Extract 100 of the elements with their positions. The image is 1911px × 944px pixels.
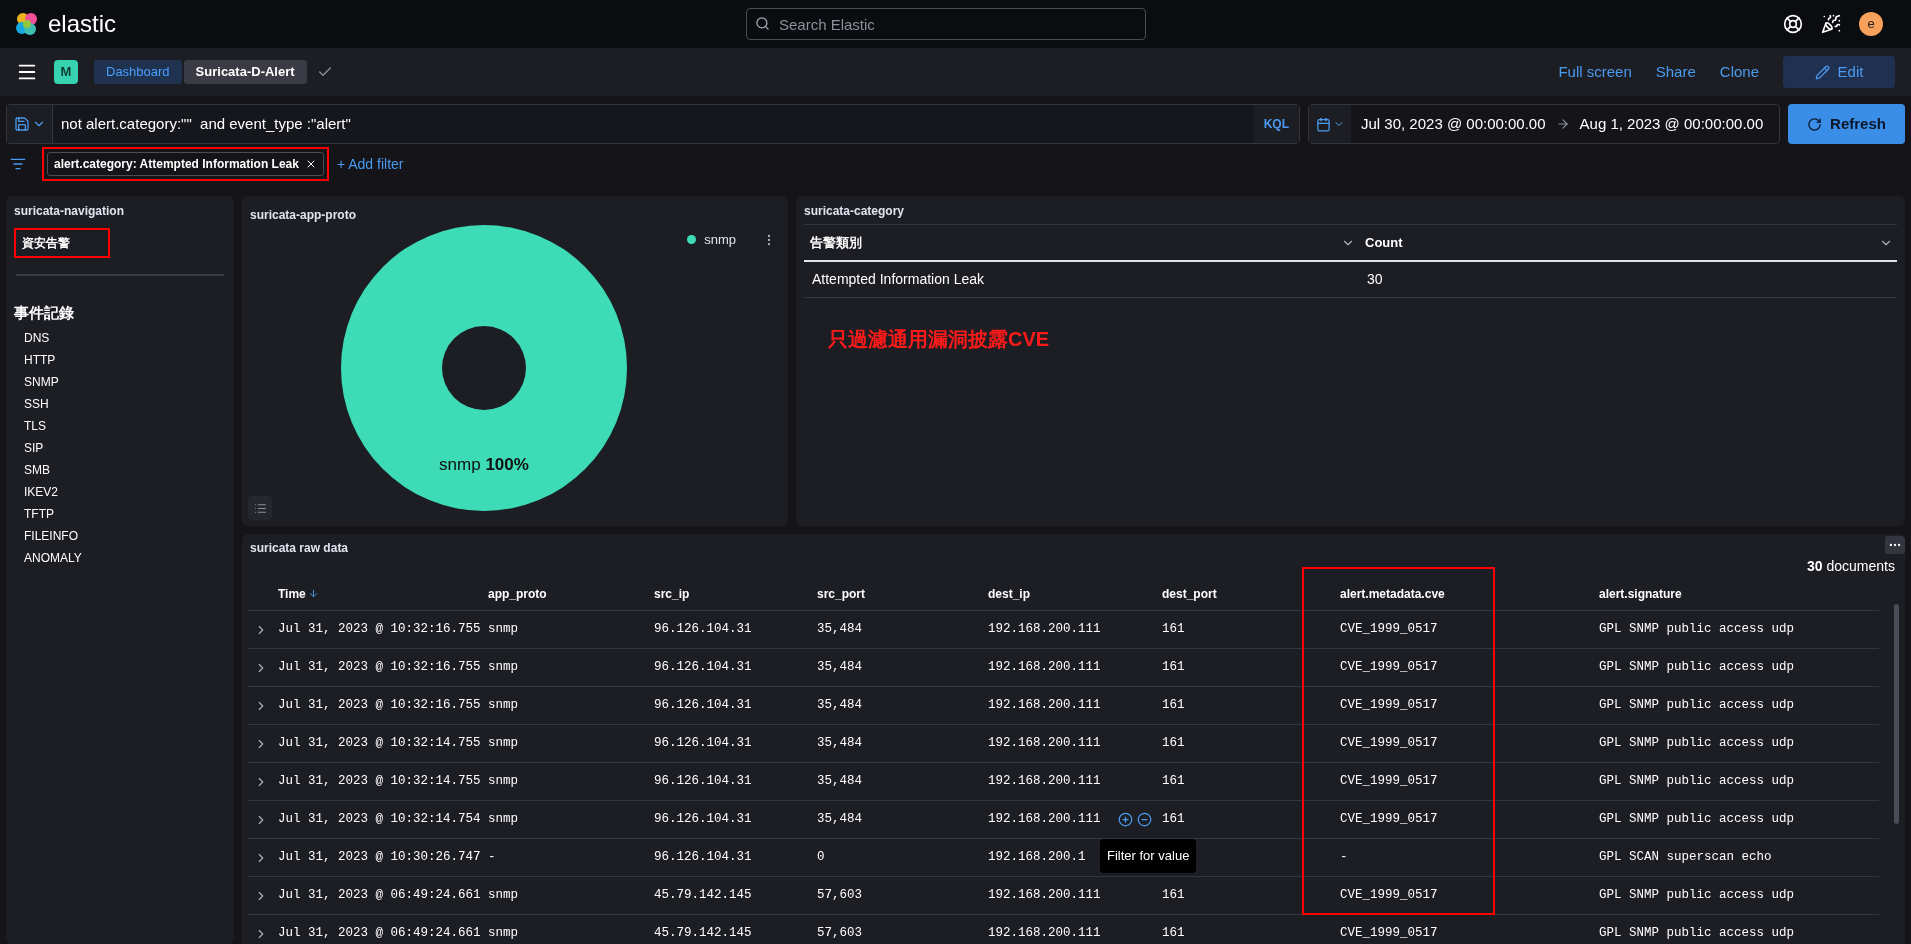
table-cell-text: 192.168.200.111 bbox=[988, 659, 1101, 677]
table-cell-text: 192.168.200.111 bbox=[988, 735, 1101, 753]
table-cell-text: GPL SNMP public access udp bbox=[1599, 735, 1795, 753]
table-cell-text: 35,484 bbox=[817, 811, 862, 829]
table-cell-text: CVE_1999_0517 bbox=[1340, 773, 1438, 791]
start-date[interactable]: Jul 30, 2023 @ 00:00:00.00 bbox=[1361, 112, 1546, 136]
column-header[interactable]: Count bbox=[1359, 225, 1897, 260]
action-link[interactable]: Share bbox=[1655, 60, 1696, 84]
table-cell-text: - bbox=[1340, 849, 1348, 867]
column-header[interactable]: app_proto bbox=[488, 584, 547, 603]
column-header[interactable]: src_port bbox=[817, 584, 866, 603]
table-cell-text: 161 bbox=[1162, 735, 1185, 753]
sort-arrow-icon bbox=[307, 588, 319, 599]
table-cell-text: 35,484 bbox=[817, 621, 862, 639]
user-avatar[interactable]: e bbox=[1859, 12, 1883, 36]
table-cell-text: 96.126.104.31 bbox=[654, 659, 752, 677]
refresh-icon bbox=[1807, 116, 1823, 132]
nav-link[interactable]: TLS bbox=[24, 414, 226, 437]
column-header[interactable]: src_ip bbox=[654, 584, 690, 603]
table-cell-text: 161 bbox=[1162, 811, 1185, 829]
table-cell-text: 45.79.142.145 bbox=[654, 925, 752, 943]
table-cell-text: 35,484 bbox=[817, 735, 862, 753]
edit-button[interactable]: Edit bbox=[1783, 56, 1895, 88]
table-cell-text: 192.168.200.111 bbox=[988, 887, 1101, 905]
table-cell-text: CVE_1999_0517 bbox=[1340, 659, 1438, 677]
nav-link[interactable]: SIP bbox=[24, 436, 226, 459]
legend-label[interactable]: snmp bbox=[704, 230, 736, 250]
column-header[interactable]: 告警類別 bbox=[804, 225, 1359, 260]
column-header[interactable]: dest_ip bbox=[988, 584, 1030, 603]
table-cell-text: 161 bbox=[1162, 697, 1185, 715]
scrollbar[interactable] bbox=[1894, 604, 1899, 824]
nav-link[interactable]: 資安告警 bbox=[22, 234, 70, 252]
table-cell-text: 57,603 bbox=[817, 887, 862, 905]
column-header[interactable]: alert.metadata.cve bbox=[1340, 584, 1445, 603]
table-cell-text: CVE_1999_0517 bbox=[1340, 811, 1438, 829]
filter-out-icon[interactable] bbox=[1137, 812, 1152, 827]
nav-link[interactable]: HTTP bbox=[24, 348, 226, 371]
nav-link[interactable]: SSH bbox=[24, 392, 226, 415]
table-cell-text: Jul 31, 2023 @ 10:32:16.755 bbox=[278, 697, 481, 715]
date-quick-menu[interactable] bbox=[1309, 105, 1351, 143]
panel-title: suricata-category bbox=[804, 203, 906, 220]
filter-for-icon[interactable] bbox=[1118, 812, 1133, 827]
table-cell-text: Jul 31, 2023 @ 10:32:14.755 bbox=[278, 773, 481, 791]
tooltip: Filter for value bbox=[1100, 839, 1197, 873]
table-cell-text: Jul 31, 2023 @ 10:32:14.755 bbox=[278, 735, 481, 753]
table-cell-text: GPL SNMP public access udp bbox=[1599, 811, 1795, 829]
add-filter-link[interactable]: + Add filter bbox=[336, 153, 404, 175]
help-icon[interactable] bbox=[1783, 14, 1803, 34]
nav-link[interactable]: SMB bbox=[24, 458, 226, 481]
table-cell-text: 96.126.104.31 bbox=[654, 811, 752, 829]
table-cell-text: 35,484 bbox=[817, 773, 862, 791]
table-cell-text: 96.126.104.31 bbox=[654, 697, 752, 715]
panel-title: suricata-app-proto bbox=[250, 208, 356, 222]
nav-link[interactable]: ANOMALY bbox=[24, 546, 226, 569]
filter-icon[interactable] bbox=[10, 156, 26, 172]
table-cell-text: snmp bbox=[488, 925, 518, 943]
search-icon bbox=[755, 16, 770, 31]
end-date[interactable]: Aug 1, 2023 @ 00:00:00.00 bbox=[1579, 112, 1764, 136]
table-cell-text: snmp bbox=[488, 659, 518, 677]
calendar-icon bbox=[1315, 116, 1331, 132]
legend-toggle-button[interactable] bbox=[248, 496, 272, 520]
nav-link[interactable]: SNMP bbox=[24, 370, 226, 393]
table-cell-text: 161 bbox=[1162, 659, 1185, 677]
table-cell-text: CVE_1999_0517 bbox=[1340, 621, 1438, 639]
table-cell-text: 35,484 bbox=[817, 659, 862, 677]
table-cell-text: 35,484 bbox=[817, 697, 862, 715]
party-popper-icon[interactable] bbox=[1821, 14, 1841, 34]
action-link[interactable]: Full screen bbox=[1558, 60, 1632, 84]
document-count: 30 documents bbox=[1807, 557, 1895, 576]
query-input[interactable]: not alert.category:"" and event_type :"alert" bbox=[53, 112, 1254, 136]
column-header[interactable]: dest_port bbox=[1162, 584, 1217, 603]
table-cell-text: GPL SNMP public access udp bbox=[1599, 773, 1795, 791]
table-cell-text: Jul 31, 2023 @ 06:49:24.661 bbox=[278, 887, 481, 905]
nav-link[interactable]: FILEINFO bbox=[24, 524, 226, 547]
nav-link[interactable]: IKEV2 bbox=[24, 480, 226, 503]
nav-link[interactable]: DNS bbox=[24, 326, 226, 349]
space-badge[interactable]: M bbox=[54, 60, 78, 84]
breadcrumb[interactable]: Suricata-D-Alert bbox=[183, 60, 307, 84]
column-header[interactable]: alert.signature bbox=[1599, 584, 1682, 603]
nav-link[interactable]: TFTP bbox=[24, 502, 226, 525]
table-cell-text: snmp bbox=[488, 697, 518, 715]
table-cell-text: GPL SNMP public access udp bbox=[1599, 659, 1795, 677]
refresh-button[interactable]: Refresh bbox=[1788, 104, 1905, 144]
filter-pill[interactable]: alert.category: Attempted Information Leak bbox=[47, 152, 324, 176]
breadcrumb[interactable]: Dashboard bbox=[94, 60, 182, 84]
table-cell-text: 0 bbox=[817, 849, 825, 867]
annotation-text: 只過濾通用漏洞披露CVE bbox=[828, 327, 1051, 352]
table-cell-text: Jul 31, 2023 @ 06:49:24.661 bbox=[278, 925, 481, 943]
table-cell-text: 192.168.200.111 bbox=[988, 697, 1101, 715]
column-header[interactable]: Time bbox=[278, 584, 319, 603]
table-cell-text: Jul 31, 2023 @ 10:32:16.755 bbox=[278, 659, 481, 677]
search-field[interactable]: Search Elastic bbox=[746, 8, 1146, 40]
panel-options-button[interactable] bbox=[1885, 536, 1905, 554]
saved-query-button[interactable] bbox=[7, 105, 53, 143]
logo-text: elastic bbox=[48, 9, 117, 39]
table-cell-text: 96.126.104.31 bbox=[654, 773, 752, 791]
action-link[interactable]: Clone bbox=[1719, 60, 1759, 84]
language-toggle[interactable]: KQL bbox=[1253, 105, 1299, 143]
section-heading: 事件記錄 bbox=[14, 303, 75, 323]
table-cell-text: 45.79.142.145 bbox=[654, 887, 752, 905]
